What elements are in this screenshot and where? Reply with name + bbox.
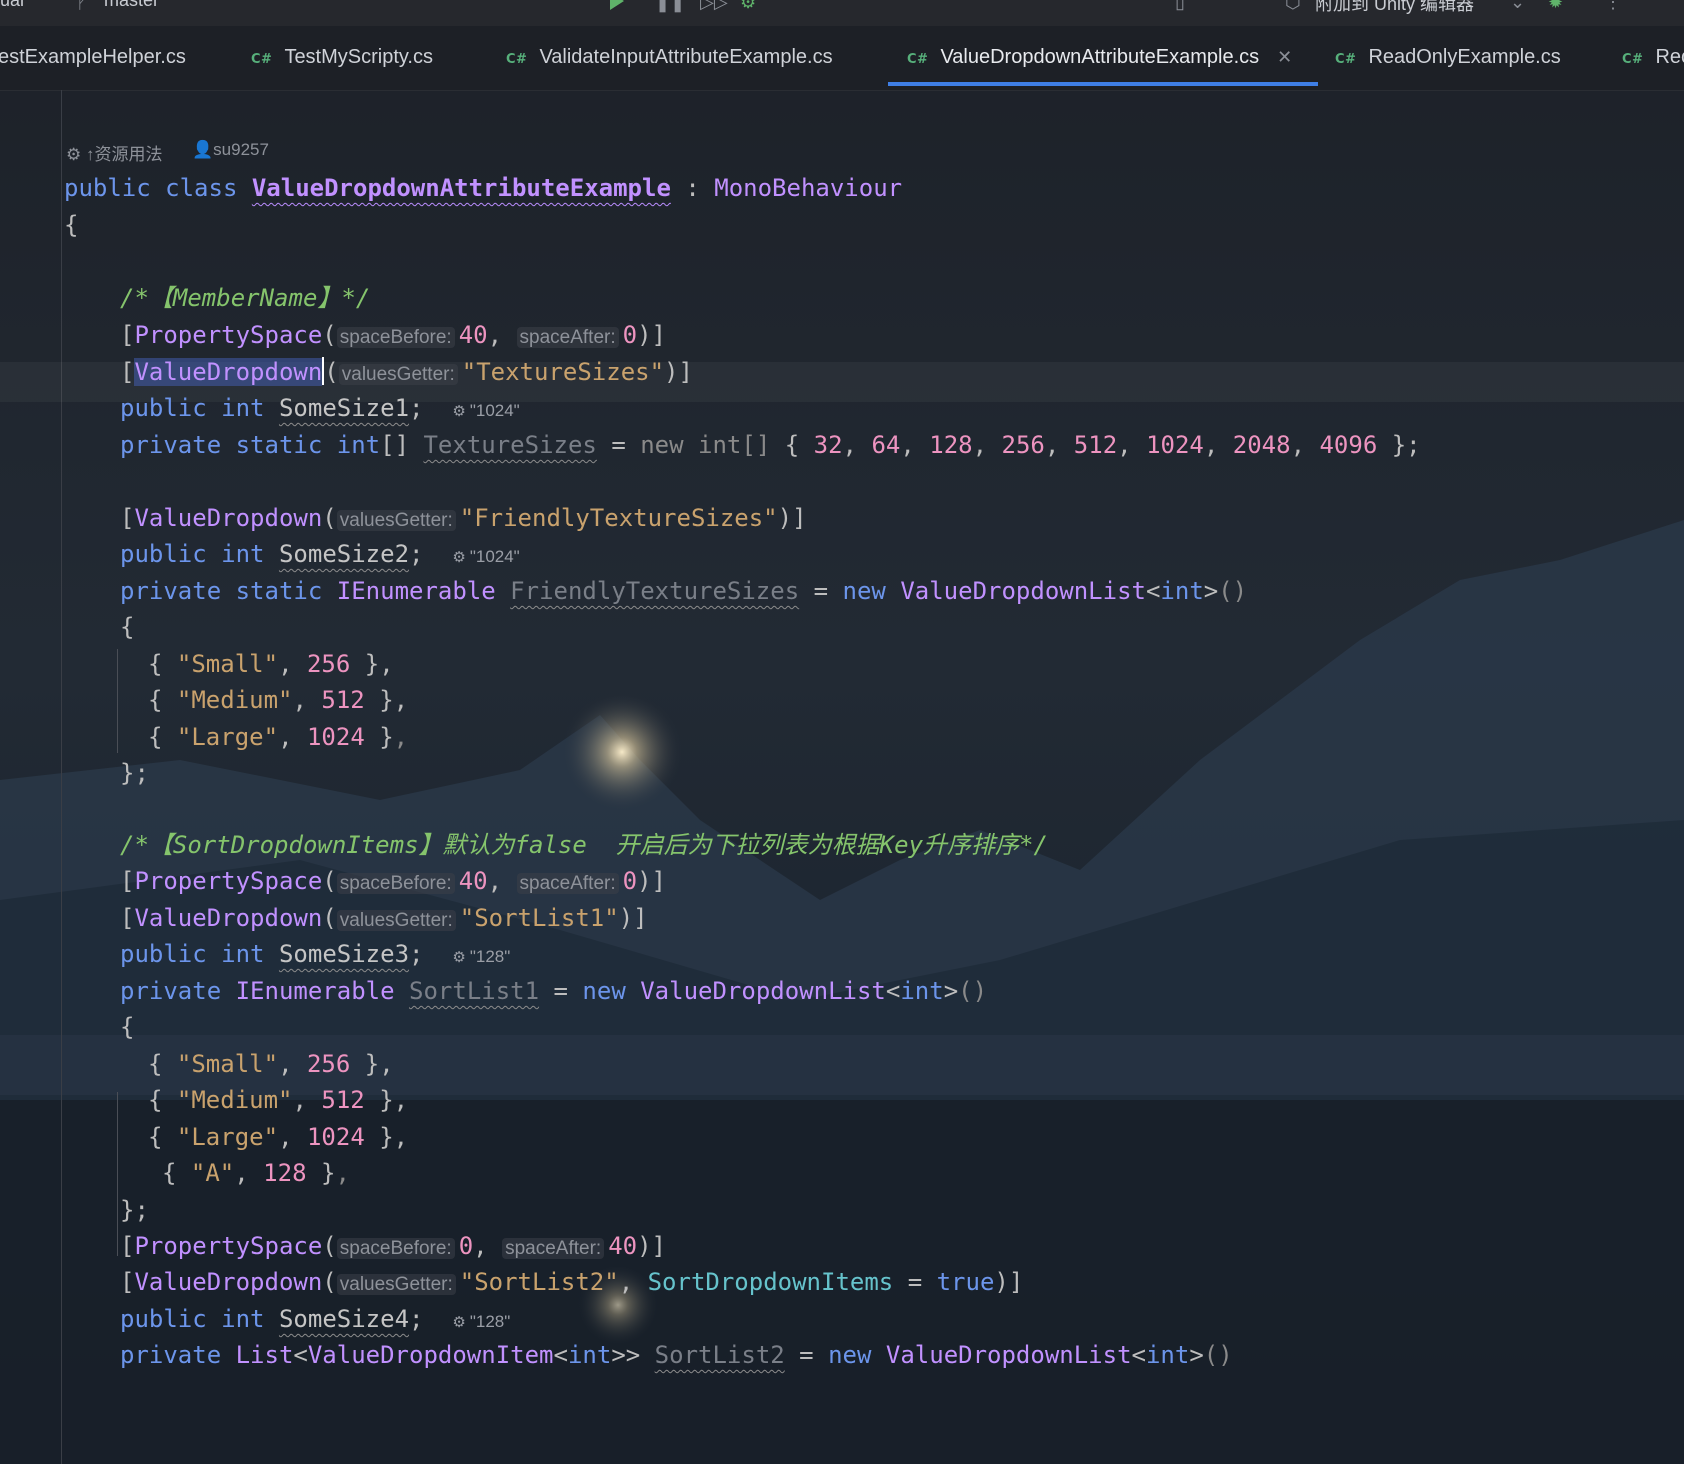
- tab-readonly[interactable]: C# ReadOnlyExample.cs: [1335, 46, 1561, 69]
- code-line: [PropertySpace(spaceBefore: 40, spaceAfte…: [120, 321, 666, 349]
- code-line: [ValueDropdown(valuesGetter: "SortList1")…: [120, 904, 648, 932]
- tab-rec[interactable]: C# Rec: [1622, 46, 1684, 69]
- class-name: ValueDropdownAttributeExample: [251, 174, 671, 202]
- code-line: public int SomeSize1; ⚙ "1024": [120, 394, 520, 422]
- chevron-down-icon[interactable]: ⌄: [1510, 0, 1525, 13]
- unity-icon: ⚙: [452, 1314, 466, 1331]
- code-comment: /*【MemberName】*/: [120, 284, 371, 312]
- tab-label: ValueDropdownAttributeExample.cs: [940, 46, 1260, 68]
- code-line: { "A", 128 },: [162, 1159, 350, 1187]
- code-line: { "Medium", 512 },: [148, 1086, 409, 1114]
- text-caret: [322, 357, 325, 385]
- tab-example-helper[interactable]: estExampleHelper.cs: [0, 46, 186, 69]
- step-icon[interactable]: ▷▷: [700, 0, 728, 13]
- code-line: {: [120, 613, 135, 641]
- tab-label: ValidateInputAttributeExample.cs: [539, 46, 833, 68]
- inline-value-hint: ⚙ "128": [452, 1312, 511, 1331]
- inline-value-hint: ⚙ "1024": [452, 547, 520, 566]
- code-line: public class ValueDropdownAttributeExamp…: [64, 174, 903, 202]
- code-line: { "Large", 1024 },: [148, 723, 409, 751]
- unity-icon: ⚙: [452, 549, 466, 566]
- user-icon: 👤: [192, 140, 214, 159]
- csharp-file-icon: C#: [1335, 52, 1357, 67]
- active-tab-indicator: [888, 82, 1318, 86]
- code-line: [ValueDropdown(valuesGetter: "SortList2",…: [120, 1268, 1024, 1296]
- code-line: [PropertySpace(spaceBefore: 0, spaceAfter…: [120, 1232, 666, 1260]
- unity-icon: ⚙: [452, 403, 466, 420]
- device-icon[interactable]: ▯: [1175, 0, 1185, 13]
- run-icon[interactable]: [610, 0, 624, 10]
- editor-tab-bar: estExampleHelper.cs C# TestMyScripty.cs C…: [0, 26, 1684, 91]
- code-line: public int SomeSize3; ⚙ "128": [120, 940, 511, 968]
- tab-testmyscripty[interactable]: C# TestMyScripty.cs: [251, 46, 433, 69]
- inline-value-hint: ⚙ "128": [452, 947, 511, 966]
- code-line: private IEnumerable SortList1 = new Valu…: [120, 977, 988, 1005]
- code-line: [ValueDropdown(valuesGetter: "TextureSize…: [120, 357, 693, 386]
- code-line: private List<ValueDropdownItem<int>> Sor…: [120, 1341, 1233, 1369]
- code-line: { "Large", 1024 },: [148, 1123, 409, 1151]
- code-line: };: [120, 1196, 149, 1224]
- attach-unity-button[interactable]: 附加到 Unity 编辑器: [1315, 0, 1474, 16]
- tab-label: estExampleHelper.cs: [0, 46, 186, 68]
- tab-label: ReadOnlyExample.cs: [1368, 46, 1561, 68]
- code-line: {: [64, 211, 79, 239]
- code-editor[interactable]: ⚙ ↑资源用法 👤su9257 public class ValueDropdo…: [0, 90, 1684, 1464]
- close-icon[interactable]: ✕: [1277, 47, 1292, 67]
- code-vision-usages[interactable]: ⚙ ↑资源用法: [66, 140, 162, 165]
- csharp-file-icon: C#: [1622, 52, 1644, 67]
- code-line: private static int[] TextureSizes = new …: [120, 431, 1421, 459]
- tab-validateinput[interactable]: C# ValidateInputAttributeExample.cs: [506, 46, 833, 69]
- code-line: { "Small", 256 },: [148, 650, 394, 678]
- indent-guide: [117, 649, 118, 753]
- indent-guide: [117, 1092, 118, 1256]
- debug-pause-icon[interactable]: ❚❚: [655, 0, 685, 13]
- code-line: {: [120, 1013, 135, 1041]
- unity-icon: ⬡: [1285, 0, 1301, 12]
- tab-label: Rec: [1655, 46, 1684, 68]
- more-icon[interactable]: ⋮: [1604, 0, 1622, 13]
- unity-icon: ⚙: [66, 145, 82, 164]
- unity-debug-icon[interactable]: ⚙: [740, 0, 756, 13]
- code-comment: /*【SortDropdownItems】默认为false 开启后为下拉列表为根…: [120, 831, 1048, 859]
- branch-selector[interactable]: master: [104, 0, 159, 11]
- code-line: { "Small", 256 },: [148, 1050, 394, 1078]
- title-bar: ual ᚹ master ❚❚ ▷▷ ⚙ ▯ ⬡ 附加到 Unity 编辑器 ⌄…: [0, 0, 1684, 26]
- code-line: private static IEnumerable FriendlyTextu…: [120, 577, 1248, 605]
- branch-icon: ᚹ: [76, 0, 87, 12]
- base-class: MonoBehaviour: [714, 174, 903, 202]
- code-line: };: [120, 759, 149, 787]
- inline-value-hint: ⚙ "1024": [452, 401, 520, 420]
- csharp-file-icon: C#: [251, 52, 273, 67]
- tab-valuedropdown[interactable]: C# ValueDropdownAttributeExample.cs ✕: [907, 46, 1292, 69]
- title-text: ual: [0, 0, 25, 10]
- code-vision-author[interactable]: 👤su9257: [192, 140, 269, 160]
- code-line: public int SomeSize4; ⚙ "128": [120, 1305, 511, 1333]
- code-line: { "Medium", 512 },: [148, 686, 409, 714]
- code-line: [PropertySpace(spaceBefore: 40, spaceAfte…: [120, 867, 666, 895]
- bug-icon[interactable]: ✹: [1548, 0, 1563, 13]
- code-line: [ValueDropdown(valuesGetter: "FriendlyTex…: [120, 504, 807, 532]
- unity-icon: ⚙: [452, 949, 466, 966]
- csharp-file-icon: C#: [506, 52, 528, 67]
- csharp-file-icon: C#: [907, 52, 929, 67]
- tab-label: TestMyScripty.cs: [284, 46, 433, 68]
- code-line: public int SomeSize2; ⚙ "1024": [120, 540, 520, 568]
